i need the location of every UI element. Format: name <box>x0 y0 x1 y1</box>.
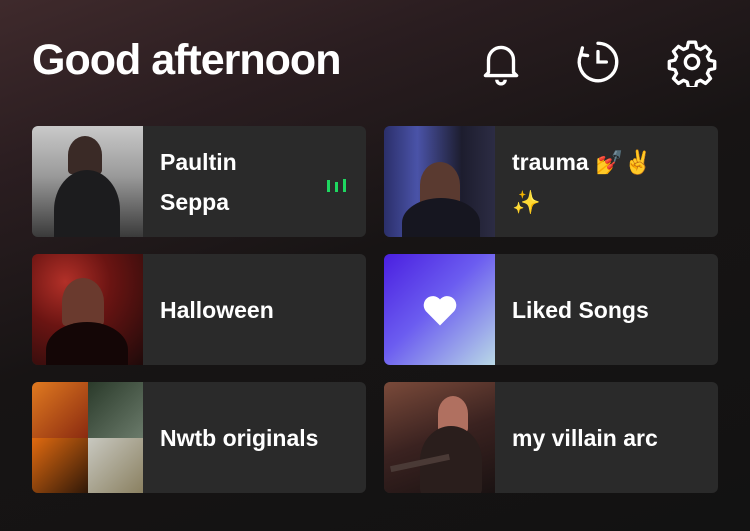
tile-title: trauma 💅✌️ ✨ <box>512 142 652 222</box>
shortcut-tile-nwtb-originals[interactable]: Nwtb originals <box>32 382 366 493</box>
settings-button[interactable] <box>666 36 718 88</box>
heart-icon <box>423 295 456 325</box>
tile-title-line: Paultin <box>160 148 237 175</box>
header: Good afternoon <box>32 30 722 90</box>
mosaic-cover-1 <box>32 382 88 438</box>
shortcut-tile-halloween[interactable]: Halloween <box>32 254 366 365</box>
bell-icon <box>483 45 519 86</box>
liked-songs-cover <box>384 254 495 365</box>
history-icon <box>577 41 619 83</box>
tile-title: Halloween <box>160 296 274 323</box>
shortcut-grid: Paultin Seppa trauma 💅✌️ ✨ Halloween Lik… <box>32 126 718 493</box>
playlist-cover-image <box>32 254 143 365</box>
now-playing-equalizer-icon <box>327 179 346 192</box>
tile-title: Nwtb originals <box>160 424 319 451</box>
artist-cover-image <box>32 126 143 237</box>
playlist-mosaic-cover <box>32 382 143 493</box>
gear-icon <box>667 40 717 87</box>
recently-played-button[interactable] <box>572 36 624 88</box>
tile-title: my villain arc <box>512 424 658 451</box>
mosaic-cover-4 <box>87 437 143 493</box>
tile-title-line: trauma 💅✌️ <box>512 148 653 175</box>
playlist-cover-image <box>384 126 495 237</box>
tile-title: Paultin Seppa <box>160 142 237 222</box>
shortcut-tile-liked-songs[interactable]: Liked Songs <box>384 254 718 365</box>
tile-title-line: Seppa <box>160 188 230 215</box>
tile-title-line: ✨ <box>512 188 541 215</box>
tile-title: Liked Songs <box>512 296 649 323</box>
shortcut-tile-my-villain-arc[interactable]: my villain arc <box>384 382 718 493</box>
mosaic-cover-2 <box>87 382 143 438</box>
shortcut-tile-trauma[interactable]: trauma 💅✌️ ✨ <box>384 126 718 237</box>
shortcut-tile-paultin-seppa[interactable]: Paultin Seppa <box>32 126 366 237</box>
mosaic-cover-3 <box>32 437 88 493</box>
greeting-title: Good afternoon <box>32 36 341 84</box>
playlist-cover-image <box>384 382 495 493</box>
notifications-button[interactable] <box>475 36 527 88</box>
